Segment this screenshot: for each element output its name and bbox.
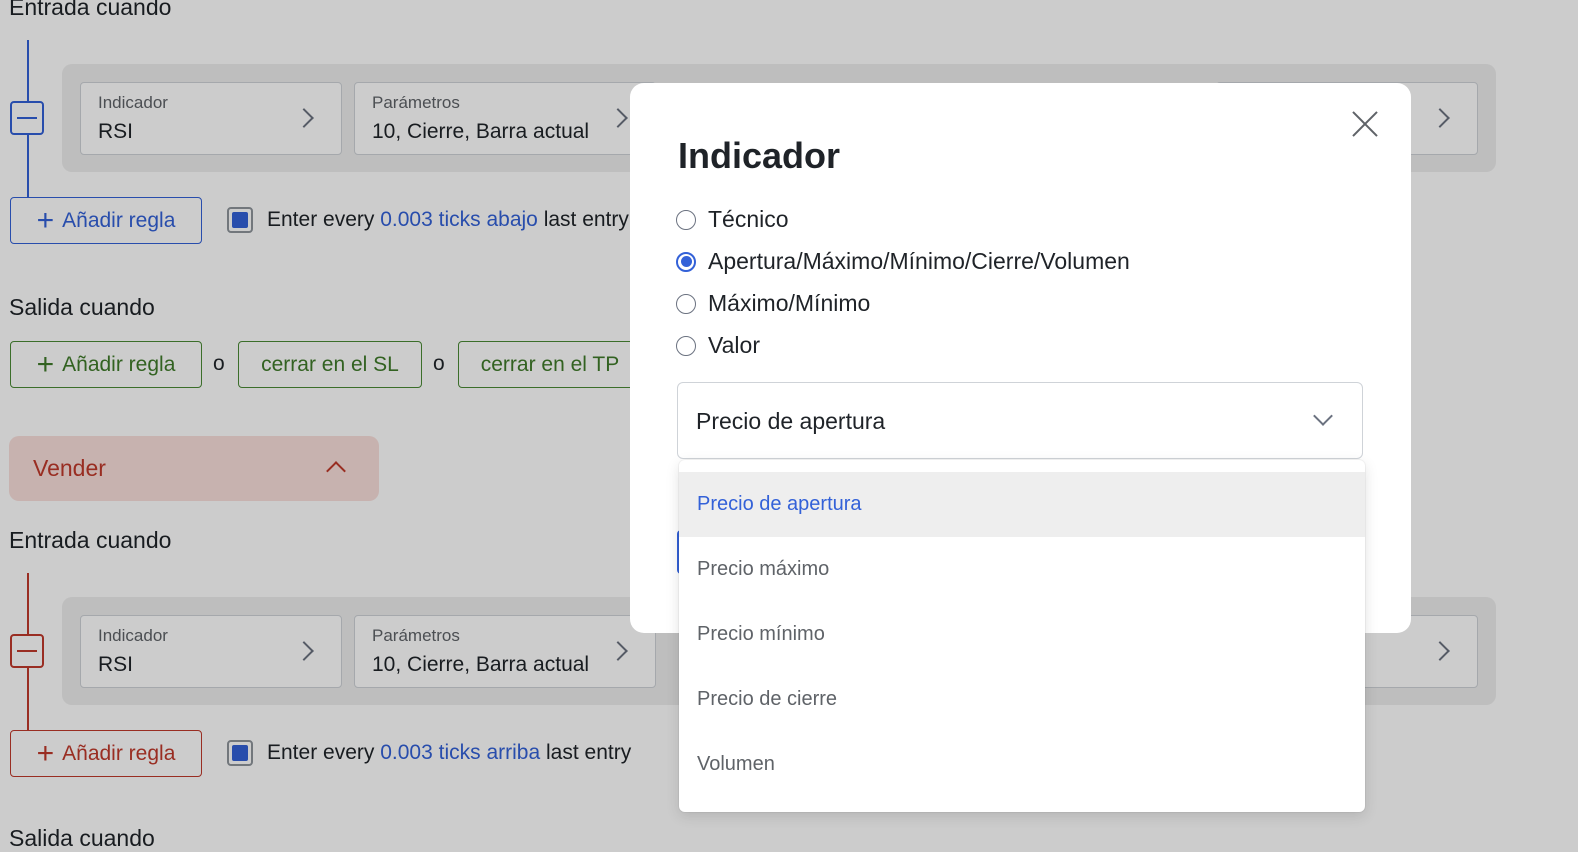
radio-label: Técnico (708, 206, 789, 232)
radio-button-icon[interactable] (676, 209, 696, 230)
radio-label: Máximo/Mínimo (708, 290, 871, 316)
radio-button-checked-icon[interactable] (676, 251, 696, 272)
radio-option-maximo-minimo[interactable]: Máximo/Mínimo (676, 290, 870, 317)
radio-option-valor[interactable]: Valor (676, 332, 760, 359)
option-precio-maximo[interactable]: Precio máximo (679, 537, 1365, 602)
radio-option-ohlcv[interactable]: Apertura/Máximo/Mínimo/Cierre/Volumen (676, 248, 1130, 275)
radio-button-icon[interactable] (676, 335, 696, 356)
radio-option-tecnico[interactable]: Técnico (676, 206, 789, 233)
option-precio-cierre[interactable]: Precio de cierre (679, 667, 1365, 732)
option-precio-minimo[interactable]: Precio mínimo (679, 602, 1365, 667)
close-icon[interactable] (1350, 109, 1380, 139)
chevron-down-icon (1313, 406, 1333, 426)
price-type-select[interactable]: Precio de apertura (677, 382, 1363, 459)
radio-label: Valor (708, 332, 760, 358)
radio-label: Apertura/Máximo/Mínimo/Cierre/Volumen (708, 248, 1130, 274)
option-precio-apertura[interactable]: Precio de apertura (679, 472, 1365, 537)
dialog-title: Indicador (678, 135, 841, 176)
radio-button-icon[interactable] (676, 293, 696, 314)
select-value: Precio de apertura (696, 408, 886, 434)
price-type-dropdown: Precio de apertura Precio máximo Precio … (679, 460, 1365, 812)
option-volumen[interactable]: Volumen (679, 732, 1365, 797)
